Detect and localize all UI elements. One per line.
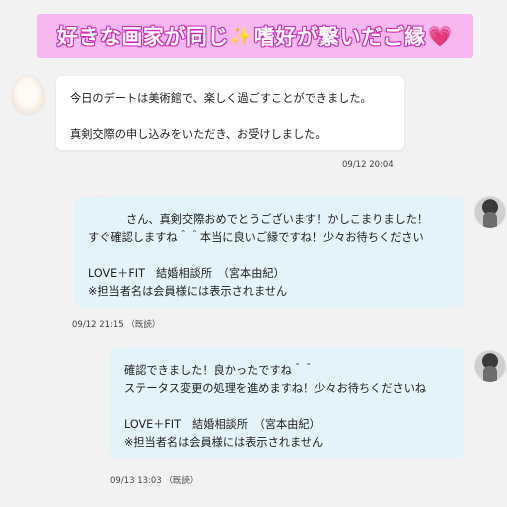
message-timestamp: 09/12 21:15 （既読） — [72, 320, 161, 330]
message-text: 今日のデートは美術館で、楽しく過ごすことができました。 — [70, 92, 372, 105]
title-banner: 好きな画家が同じ ✨ 嗜好が繋いだご縁 💗 — [37, 14, 473, 58]
counselor-avatar[interactable] — [474, 350, 506, 382]
counselor-avatar[interactable] — [474, 196, 506, 228]
message-timestamp: 09/12 20:04 — [342, 160, 394, 170]
message-bubble-sent: さん、真剣交際おめでとうございます！かしこまりました！ すぐ確認しますね＾＾本当… — [74, 197, 464, 307]
banner-text-part2: 嗜好が繋いだご縁 — [253, 25, 426, 49]
message-text: さん、真剣交際おめでとうございます！かしこまりました！ すぐ確認しますね＾＾本当… — [88, 213, 429, 244]
sparkle-icon: ✨ — [229, 25, 253, 47]
message-timestamp: 09/13 13:03 （既読） — [110, 476, 199, 486]
message-text: 確認できました！良かったですね＾＾ ステータス変更の処理を進めますね！少々お待ち… — [124, 364, 427, 395]
member-avatar-icon[interactable] — [9, 73, 47, 117]
message-signature: LOVE＋FIT 結婚相談所 （宮本由紀） ※担当者名は会員様には表示されません — [88, 267, 288, 298]
message-signature: LOVE＋FIT 結婚相談所 （宮本由紀） ※担当者名は会員様には表示されません — [124, 418, 324, 449]
message-text: 真剣交際の申し込みをいただき、お受けしました。 — [70, 128, 327, 141]
heart-icon: 💗 — [427, 24, 454, 48]
message-bubble-sent: 確認できました！良かったですね＾＾ ステータス変更の処理を進めますね！少々お待ち… — [110, 348, 465, 458]
banner-text-part1: 好きな画家が同じ — [56, 25, 229, 49]
message-bubble-received: 今日のデートは美術館で、楽しく過ごすことができました。 真剣交際の申し込みをいた… — [56, 76, 404, 150]
